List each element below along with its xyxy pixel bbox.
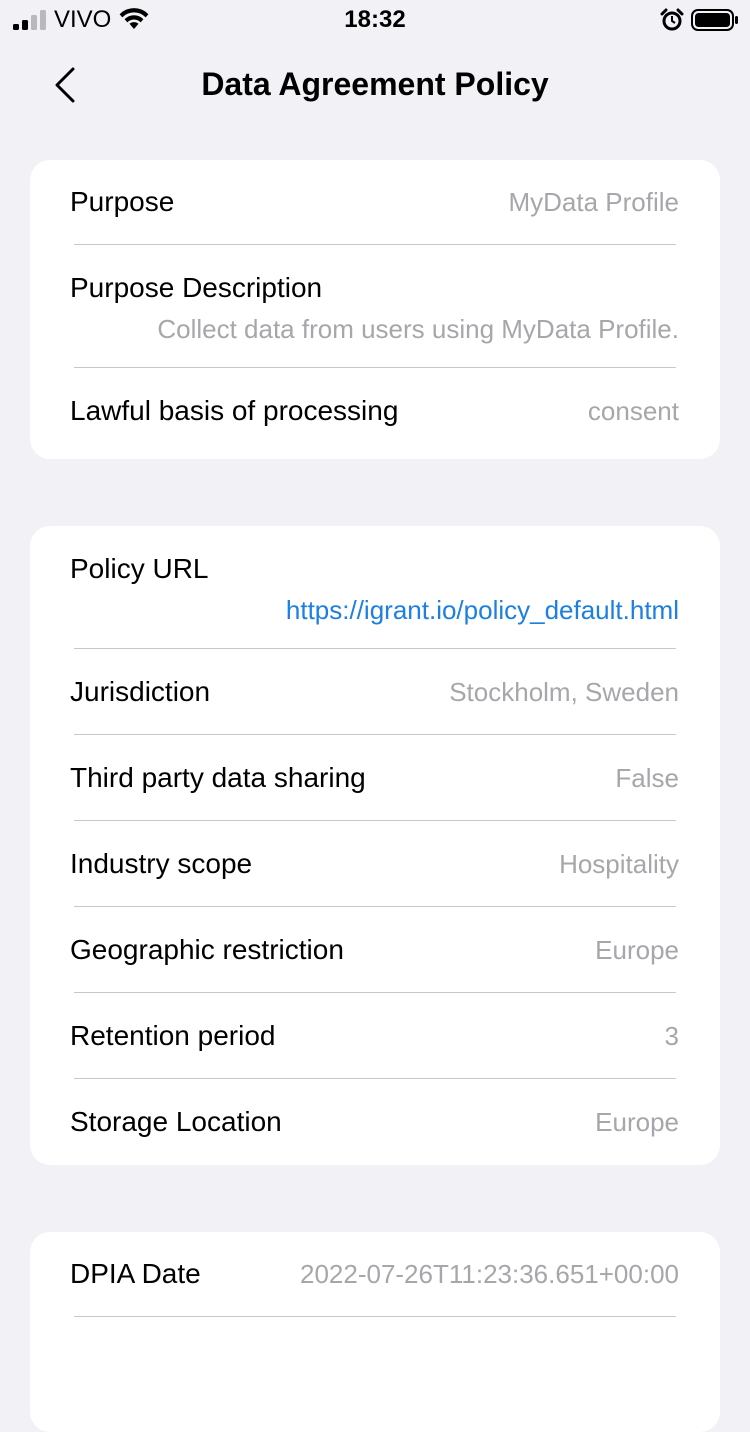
status-bar: VIVO 18:32 bbox=[0, 0, 750, 40]
dpia-date-row: DPIA Date 2022-07-26T11:23:36.651+00:00 bbox=[70, 1232, 679, 1316]
purpose-value: MyData Profile bbox=[508, 187, 680, 217]
dpia-next-row bbox=[74, 1316, 676, 1402]
industry-scope-label: Industry scope bbox=[70, 847, 253, 879]
retention-period-row: Retention period 3 bbox=[70, 992, 679, 1078]
jurisdiction-label: Jurisdiction bbox=[70, 675, 211, 707]
retention-period-value: 3 bbox=[664, 1020, 679, 1051]
lawful-basis-label: Lawful basis of processing bbox=[70, 394, 399, 426]
policy-url-link[interactable]: https://igrant.io/policy_default.html bbox=[74, 594, 679, 626]
policy-url-label: Policy URL bbox=[70, 553, 209, 584]
purpose-row: Purpose MyData Profile bbox=[70, 160, 679, 244]
geographic-restriction-label: Geographic restriction bbox=[70, 933, 344, 965]
third-party-sharing-value: False bbox=[615, 762, 679, 793]
purpose-label: Purpose bbox=[70, 186, 175, 217]
retention-period-label: Retention period bbox=[70, 1019, 276, 1051]
third-party-sharing-row: Third party data sharing False bbox=[70, 734, 679, 820]
geographic-restriction-value: Europe bbox=[595, 934, 679, 965]
industry-scope-value: Hospitality bbox=[559, 848, 679, 879]
storage-location-label: Storage Location bbox=[70, 1105, 282, 1137]
status-time: 18:32 bbox=[344, 6, 406, 33]
storage-location-row: Storage Location Europe bbox=[70, 1078, 679, 1164]
purpose-description-label: Purpose Description bbox=[70, 272, 323, 303]
lawful-basis-value: consent bbox=[587, 395, 679, 426]
lawful-basis-row: Lawful basis of processing consent bbox=[70, 367, 679, 453]
page-title: Data Agreement Policy bbox=[201, 66, 549, 102]
dpia-section: DPIA Date 2022-07-26T11:23:36.651+00:00 bbox=[30, 1232, 720, 1432]
alarm-clock-icon bbox=[660, 8, 684, 31]
purpose-description-row: Purpose Description Collect data from us… bbox=[70, 244, 679, 367]
industry-scope-row: Industry scope Hospitality bbox=[70, 820, 679, 906]
jurisdiction-row: Jurisdiction Stockholm, Sweden bbox=[70, 648, 679, 734]
third-party-sharing-label: Third party data sharing bbox=[70, 761, 366, 793]
purpose-section: Purpose MyData Profile Purpose Descripti… bbox=[30, 160, 720, 459]
dpia-date-label: DPIA Date bbox=[70, 1258, 201, 1289]
dpia-date-value: 2022-07-26T11:23:36.651+00:00 bbox=[299, 1259, 679, 1289]
geographic-restriction-row: Geographic restriction Europe bbox=[70, 906, 679, 992]
jurisdiction-value: Stockholm, Sweden bbox=[449, 676, 679, 707]
navigation-bar: Data Agreement Policy bbox=[0, 40, 750, 128]
battery-icon bbox=[691, 9, 738, 31]
purpose-description-value: Collect data from users using MyData Pro… bbox=[157, 314, 679, 344]
storage-location-value: Europe bbox=[595, 1106, 679, 1137]
policy-section: Policy URL https://igrant.io/policy_defa… bbox=[30, 526, 720, 1165]
policy-url-row: Policy URL https://igrant.io/policy_defa… bbox=[70, 526, 679, 648]
